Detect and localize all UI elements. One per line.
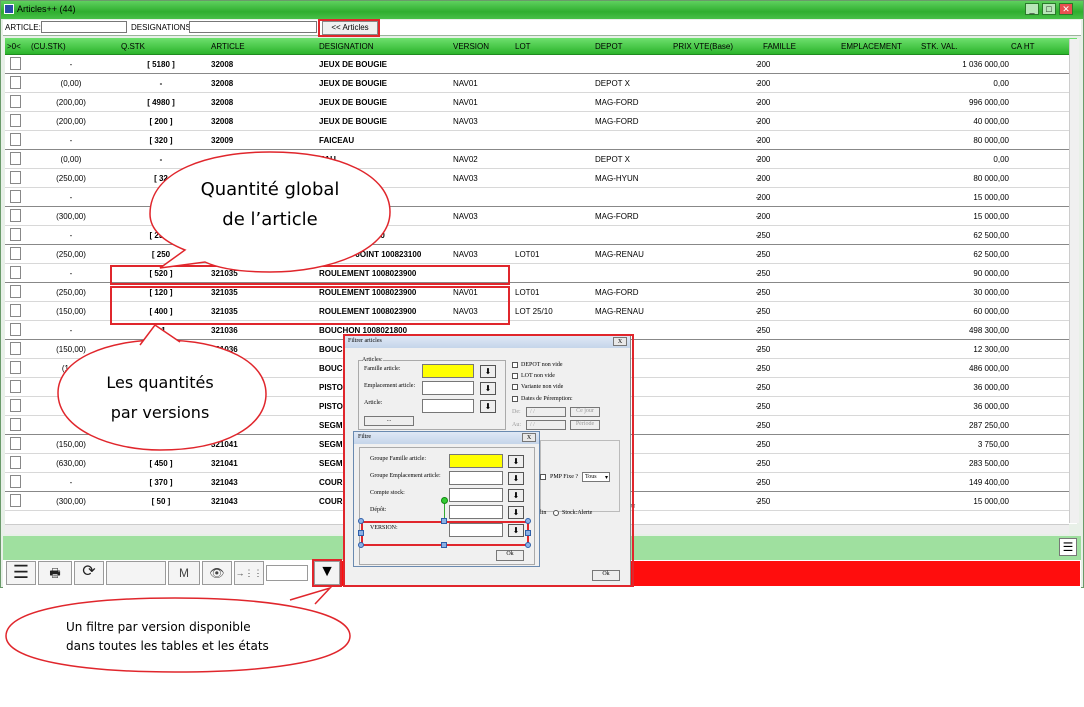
callout-versions-pointer [139, 323, 181, 346]
callout-global-text: Quantité global de l’article [200, 179, 340, 230]
callout-filter-pointer [289, 586, 333, 605]
callout-versions-text: Les quantités par versions [106, 373, 214, 422]
callouts-svg [5, 151, 391, 673]
callout-filter-text: Un filtre par version disponible dans tou… [66, 620, 269, 653]
